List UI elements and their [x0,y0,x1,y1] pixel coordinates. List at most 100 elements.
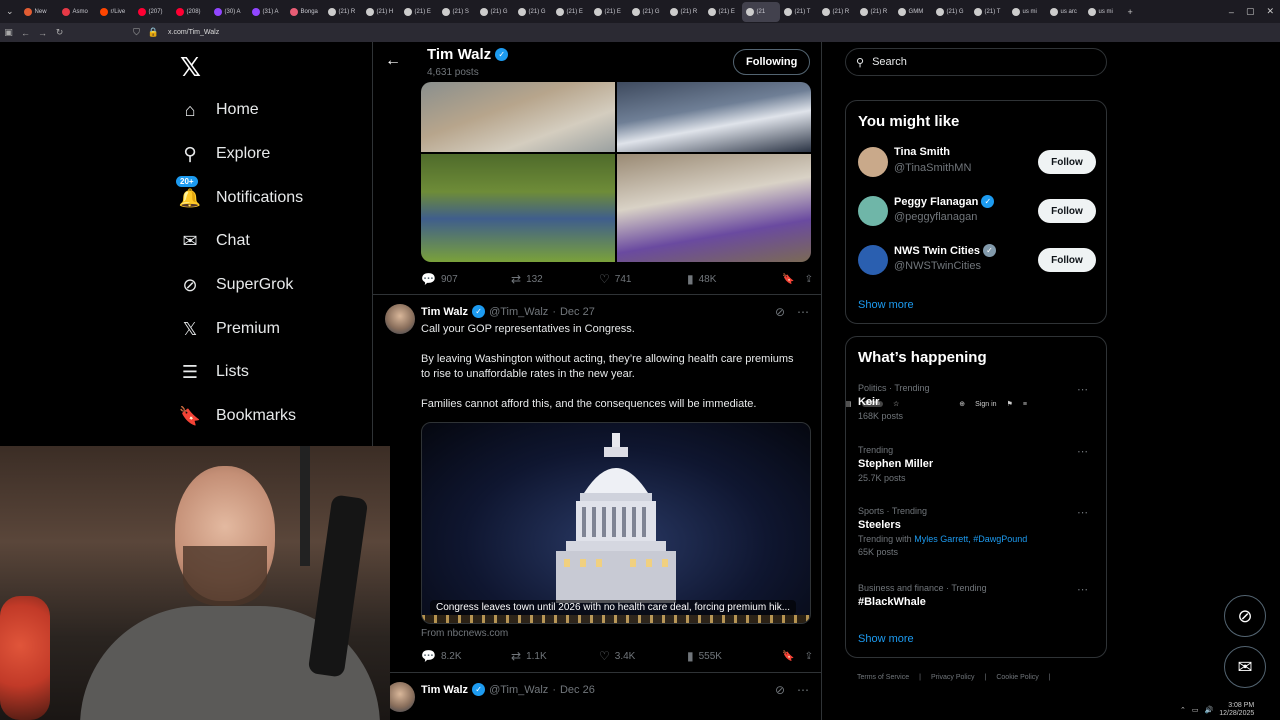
tweet-photo-grid[interactable] [421,82,811,262]
clock[interactable]: 3:08 PM 12/28/2025 [1219,702,1254,718]
tweet-photo[interactable] [617,82,811,152]
browser-tab[interactable]: (30) A [210,2,248,22]
card-caption[interactable]: Congress leaves town until 2026 with no … [430,600,797,615]
trend-item[interactable]: Trending Stephen Miller 25.7K posts ⋯ [858,445,1096,483]
link-card[interactable]: Congress leaves town until 2026 with no … [421,422,811,624]
suggested-name[interactable]: NWS Twin Cities ✓ [894,244,996,257]
maximize-button[interactable]: ▢ [1240,6,1261,17]
grok-icon[interactable]: ⊘ [775,305,785,319]
trend-item[interactable]: Politics · Trending Keir 168K posts ⋯ [858,383,1096,421]
browser-tab[interactable]: (21) T [780,2,818,22]
sidebar-item-premium[interactable]: 𝕏 Premium [180,316,280,342]
forward-arrow-icon[interactable]: → [34,28,51,38]
browser-tab[interactable]: (21) G [514,2,552,22]
avatar[interactable] [385,304,415,334]
sidebar-item-bookmarks[interactable]: 🔖 Bookmarks [179,403,296,429]
tweet-photo[interactable] [617,154,811,262]
back-arrow-icon[interactable]: ← [385,52,401,70]
tweet-author-name[interactable]: Tim Walz [421,684,468,696]
card-source[interactable]: From nbcnews.com [421,628,508,639]
views-button[interactable]: ▮ 555K [687,649,777,663]
more-options-icon[interactable]: ⋯ [1077,383,1088,396]
browser-tab[interactable]: (21) E [400,2,438,22]
sidebar-item-explore[interactable]: ⚲ Explore [180,141,270,167]
browser-tab[interactable]: (21) H [362,2,400,22]
back-arrow-icon[interactable]: ← [17,28,34,38]
show-more-link[interactable]: Show more [858,299,914,311]
browser-tab[interactable]: Bonga [286,2,324,22]
trend-item[interactable]: Sports · Trending Steelers Trending with… [858,506,1096,557]
like-button[interactable]: ♡ 741 [599,272,687,286]
browser-tab[interactable]: (21) S [438,2,476,22]
browser-tab[interactable]: (21) R [324,2,362,22]
browser-tab[interactable]: (21) G [932,2,970,22]
bookmark-icon[interactable]: 🔖 [782,651,794,662]
suggested-handle[interactable]: @TinaSmithMN [894,162,971,174]
browser-tab[interactable]: (21) E [590,2,628,22]
suggested-handle[interactable]: @NWSTwinCities [894,260,981,272]
grok-icon[interactable]: ⊘ [775,683,785,697]
browser-tab[interactable]: (21) R [666,2,704,22]
views-button[interactable]: ▮ 48K [687,272,777,286]
browser-tab[interactable]: GMM [894,2,932,22]
browser-tab[interactable]: (21) R [856,2,894,22]
browser-tab[interactable]: Asmo [58,2,96,22]
reload-icon[interactable]: ↻ [51,27,68,38]
new-tab-button[interactable]: + [1122,7,1139,17]
browser-tab[interactable]: us mi [1084,2,1122,22]
tray-chevron-icon[interactable]: ⌃ [1180,706,1186,714]
reply-button[interactable]: 💬 907 [421,272,511,286]
show-more-link[interactable]: Show more [858,633,914,645]
sidebar-item-supergrok[interactable]: ⊘ SuperGrok [180,272,293,298]
messages-fab-button[interactable]: ✉ [1224,646,1266,688]
browser-tab[interactable]: (208) [172,2,210,22]
share-icon[interactable]: ⇪ [805,651,813,662]
browser-tab[interactable]: (21 [741,1,780,22]
close-window-button[interactable]: ✕ [1260,6,1280,17]
browser-tab[interactable]: (21) G [476,2,514,22]
sidebar-item-notifications[interactable]: 🔔 20+ Notifications [176,176,303,211]
sidebar-item-lists[interactable]: ☰ Lists [180,359,249,385]
browser-tab[interactable]: us arc [1046,2,1084,22]
bookmark-icon[interactable]: 🔖 [782,274,794,285]
x-logo-icon[interactable]: 𝕏 [180,52,201,83]
more-options-icon[interactable]: ⋯ [797,305,809,319]
footer-link[interactable]: Terms of Service [857,674,909,681]
suggested-account[interactable]: NWS Twin Cities ✓ @NWSTwinCities Follow [858,243,1096,277]
volume-icon[interactable]: 🔊 [1205,706,1214,714]
trending-with-links[interactable]: Myles Garrett, #DawgPound [914,534,1027,544]
browser-tab[interactable]: r/Live [96,2,134,22]
repost-button[interactable]: ⇄ 132 [511,272,599,286]
browser-tab[interactable]: us mi [1008,2,1046,22]
minimize-button[interactable]: – [1223,7,1240,17]
footer-link[interactable]: Privacy Policy [931,674,975,681]
like-button[interactable]: ♡ 3.4K [599,649,687,663]
repost-button[interactable]: ⇄ 1.1K [511,649,599,663]
browser-tab[interactable]: (21) E [704,2,742,22]
suggested-name[interactable]: Tina Smith [894,146,950,158]
sidebar-toggle-icon[interactable]: ▣ [0,27,17,38]
more-options-icon[interactable]: ⋯ [1077,445,1088,458]
avatar[interactable] [858,245,888,275]
suggested-handle[interactable]: @peggyflanagan [894,211,977,223]
browser-tab[interactable]: (207) [134,2,172,22]
avatar[interactable] [858,147,888,177]
network-icon[interactable]: ▭ [1192,706,1199,714]
url-field[interactable]: x.com/Tim_Walz [168,29,219,36]
browser-tab[interactable]: New [20,2,58,22]
grok-fab-button[interactable]: ⊘ [1224,595,1266,637]
suggested-account[interactable]: Tina Smith @TinaSmithMN Follow [858,145,1096,179]
suggested-account[interactable]: Peggy Flanagan ✓ @peggyflanagan Follow [858,194,1096,228]
tweet-author-name[interactable]: Tim Walz [421,306,468,318]
search-input[interactable]: ⚲ Search [845,48,1107,76]
sidebar-item-chat[interactable]: ✉ Chat [180,228,249,254]
reply-button[interactable]: 💬 8.2K [421,649,511,663]
browser-tab[interactable]: (21) R [818,2,856,22]
follow-button[interactable]: Follow [1038,248,1096,272]
suggested-name[interactable]: Peggy Flanagan ✓ [894,195,995,208]
tweet-photo[interactable] [421,82,615,152]
tweet-author-handle[interactable]: @Tim_Walz [489,684,548,696]
tweet-date[interactable]: Dec 26 [560,684,595,696]
shield-icon[interactable]: ⛉ [128,27,145,38]
more-options-icon[interactable]: ⋯ [1077,506,1088,519]
